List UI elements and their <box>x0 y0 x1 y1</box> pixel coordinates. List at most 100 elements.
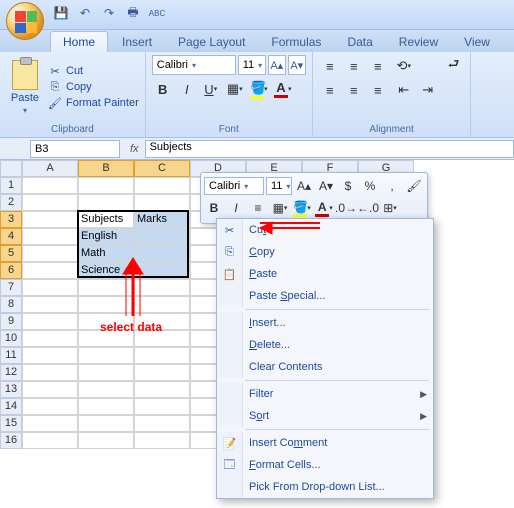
font-color-button[interactable]: A▾ <box>272 78 294 100</box>
menu-item-paste-special-[interactable]: Paste Special... <box>217 285 433 307</box>
mini-bold[interactable]: B <box>204 198 224 218</box>
cell-B6[interactable]: Science <box>78 262 134 279</box>
mini-align[interactable]: ≡ <box>248 198 268 218</box>
menu-item-delete-[interactable]: Delete... <box>217 334 433 356</box>
tab-data[interactable]: Data <box>335 32 384 52</box>
align-top-button[interactable]: ≡ <box>319 55 341 77</box>
cell-A15[interactable] <box>22 415 78 432</box>
menu-item-format-cells-[interactable]: 🗔 Format Cells... <box>217 454 433 476</box>
cell-A13[interactable] <box>22 381 78 398</box>
row-head-3[interactable]: 3 <box>0 211 22 228</box>
row-head-15[interactable]: 15 <box>0 415 22 432</box>
cell-A2[interactable] <box>22 194 78 211</box>
cell-A8[interactable] <box>22 296 78 313</box>
italic-button[interactable]: I <box>176 78 198 100</box>
mini-fill[interactable]: 🪣▾ <box>292 198 312 218</box>
cell-C15[interactable] <box>134 415 190 432</box>
cell-C7[interactable] <box>134 279 190 296</box>
cell-A10[interactable] <box>22 330 78 347</box>
cell-A7[interactable] <box>22 279 78 296</box>
mini-borders[interactable]: ▦▾ <box>270 198 290 218</box>
cell-C2[interactable] <box>134 194 190 211</box>
cell-B11[interactable] <box>78 347 134 364</box>
tab-formulas[interactable]: Formulas <box>259 32 333 52</box>
cell-C8[interactable] <box>134 296 190 313</box>
quick-print-icon[interactable]: 🖶 <box>124 4 142 22</box>
cell-A1[interactable] <box>22 177 78 194</box>
cell-C4[interactable] <box>134 228 190 245</box>
mini-merge[interactable]: ⊞▾ <box>380 198 400 218</box>
mini-shrink-font[interactable]: A▾ <box>316 176 336 196</box>
fill-color-button[interactable]: 🪣▾ <box>248 78 270 100</box>
menu-item-cut[interactable]: ✂ Cut <box>217 219 433 241</box>
cell-C13[interactable] <box>134 381 190 398</box>
mini-percent[interactable]: % <box>360 176 380 196</box>
mini-italic[interactable]: I <box>226 198 246 218</box>
copy-button[interactable]: ⎘Copy <box>48 80 139 94</box>
redo-icon[interactable]: ↷ <box>100 4 118 22</box>
cell-B13[interactable] <box>78 381 134 398</box>
cell-B10[interactable] <box>78 330 134 347</box>
cell-A12[interactable] <box>22 364 78 381</box>
align-left-button[interactable]: ≡ <box>319 79 341 101</box>
cell-C9[interactable] <box>134 313 190 330</box>
cell-B14[interactable] <box>78 398 134 415</box>
name-box[interactable]: B3 <box>30 140 120 158</box>
tab-review[interactable]: Review <box>387 32 450 52</box>
office-button[interactable] <box>6 2 44 40</box>
align-center-button[interactable]: ≡ <box>343 79 365 101</box>
bold-button[interactable]: B <box>152 78 174 100</box>
cell-C1[interactable] <box>134 177 190 194</box>
cell-C10[interactable] <box>134 330 190 347</box>
cell-A3[interactable] <box>22 211 78 228</box>
menu-item-clear-contents[interactable]: Clear Contents <box>217 356 433 378</box>
wrap-text-button[interactable]: ⮐ <box>443 55 465 77</box>
row-head-9[interactable]: 9 <box>0 313 22 330</box>
mini-fontcolor[interactable]: A▾ <box>314 198 334 218</box>
align-bottom-button[interactable]: ≡ <box>367 55 389 77</box>
row-head-6[interactable]: 6 <box>0 262 22 279</box>
font-size-combo[interactable]: 11▾ <box>238 55 266 75</box>
menu-item-insert-[interactable]: Insert... <box>217 312 433 334</box>
row-head-7[interactable]: 7 <box>0 279 22 296</box>
col-head-A[interactable]: A <box>22 160 78 177</box>
cell-C14[interactable] <box>134 398 190 415</box>
row-head-16[interactable]: 16 <box>0 432 22 449</box>
cell-B9[interactable] <box>78 313 134 330</box>
formula-input[interactable]: Subjects <box>145 140 514 158</box>
tab-view[interactable]: View <box>452 32 502 52</box>
cell-B12[interactable] <box>78 364 134 381</box>
cell-C6[interactable] <box>134 262 190 279</box>
menu-item-copy[interactable]: ⎘ Copy <box>217 241 433 263</box>
cut-button[interactable]: ✂Cut <box>48 64 139 78</box>
align-right-button[interactable]: ≡ <box>367 79 389 101</box>
font-name-combo[interactable]: Calibri▾ <box>152 55 236 75</box>
cell-B1[interactable] <box>78 177 134 194</box>
cell-B5[interactable]: Math <box>78 245 134 262</box>
cell-A4[interactable] <box>22 228 78 245</box>
cell-C5[interactable] <box>134 245 190 262</box>
increase-indent-button[interactable]: ⇥ <box>417 79 439 101</box>
cell-B8[interactable] <box>78 296 134 313</box>
save-icon[interactable]: 💾 <box>52 4 70 22</box>
menu-item-paste[interactable]: 📋 Paste <box>217 263 433 285</box>
align-middle-button[interactable]: ≡ <box>343 55 365 77</box>
menu-item-insert-comment[interactable]: 📝 Insert Comment <box>217 432 433 454</box>
row-head-10[interactable]: 10 <box>0 330 22 347</box>
cell-B3[interactable]: Subjects <box>78 211 134 228</box>
row-head-4[interactable]: 4 <box>0 228 22 245</box>
cell-C12[interactable] <box>134 364 190 381</box>
cell-C16[interactable] <box>134 432 190 449</box>
cell-B15[interactable] <box>78 415 134 432</box>
cell-A16[interactable] <box>22 432 78 449</box>
mini-font-combo[interactable]: Calibri▾ <box>204 177 264 195</box>
orientation-button[interactable]: ⟲▾ <box>393 55 415 77</box>
menu-item-filter[interactable]: Filter ▶ <box>217 383 433 405</box>
cell-B2[interactable] <box>78 194 134 211</box>
paste-button[interactable]: Paste ▾ <box>6 55 44 119</box>
mini-comma[interactable]: , <box>382 176 402 196</box>
cell-A14[interactable] <box>22 398 78 415</box>
cell-B7[interactable] <box>78 279 134 296</box>
cell-A5[interactable] <box>22 245 78 262</box>
row-head-14[interactable]: 14 <box>0 398 22 415</box>
